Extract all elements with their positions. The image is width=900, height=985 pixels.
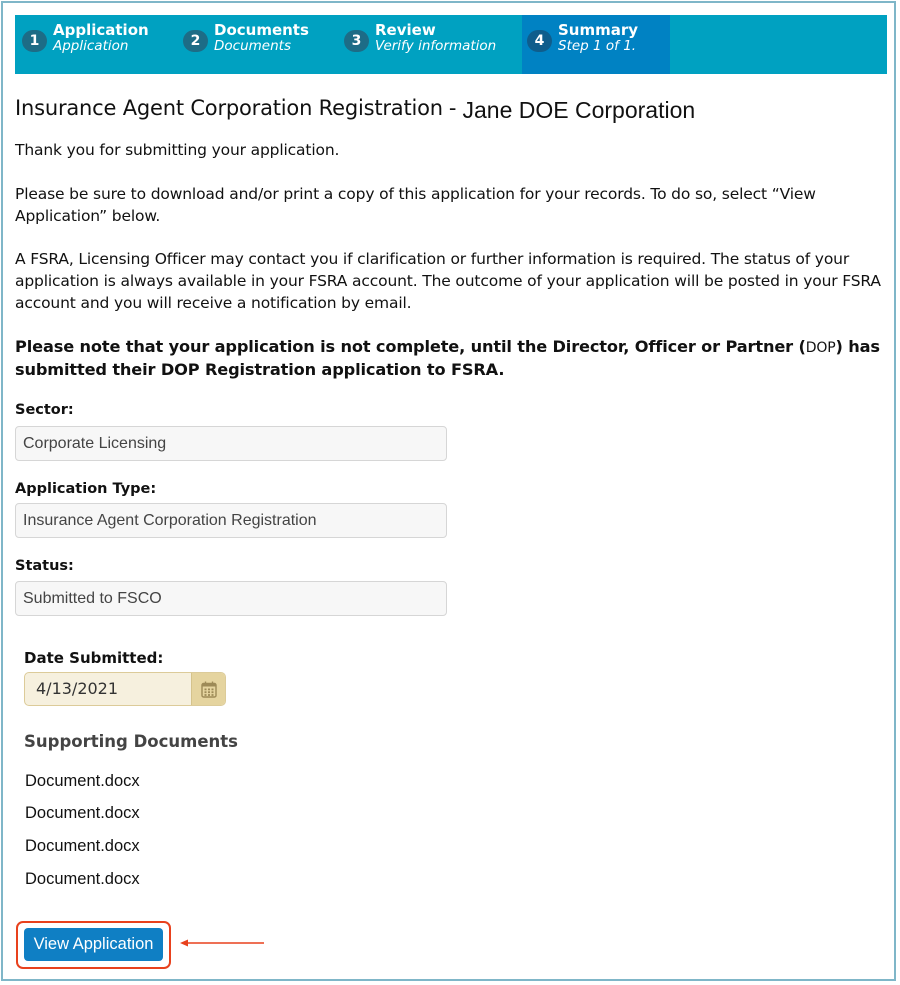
date-submitted-picker: 4/13/2021 (24, 672, 226, 706)
wizard-step-documents[interactable]: 2 Documents Documents (176, 15, 337, 74)
supporting-documents-heading: Supporting Documents (24, 732, 238, 751)
arrow-left-icon (180, 939, 264, 947)
document-link[interactable]: Document.docx (25, 804, 140, 823)
date-submitted-label: Date Submitted: (24, 649, 164, 667)
page-title-text: Insurance Agent Corporation Registration (15, 96, 443, 120)
view-application-button[interactable]: View Application (24, 928, 163, 961)
step-number-badge: 4 (527, 30, 552, 52)
step-title: Documents (214, 21, 309, 39)
document-link[interactable]: Document.docx (25, 870, 140, 889)
step-title: Summary (558, 21, 639, 39)
step-title: Review (375, 21, 436, 39)
step-title: Application (53, 21, 149, 39)
document-link[interactable]: Document.docx (25, 837, 140, 856)
wizard-steps: 1 Application Application 2 Documents Do… (15, 15, 887, 74)
application-type-field[interactable]: Insurance Agent Corporation Registration (15, 503, 447, 538)
page-title: Insurance Agent Corporation Registration… (15, 94, 696, 123)
step-subtitle: Application (53, 38, 129, 54)
sector-field[interactable]: Corporate Licensing (15, 426, 447, 461)
completion-warning: Please note that your application is not… (15, 336, 890, 381)
warning-text-start: Please note that your application is not… (15, 337, 806, 356)
calendar-button[interactable] (191, 673, 225, 705)
step-subtitle: Documents (214, 38, 291, 54)
document-link[interactable]: Document.docx (25, 772, 140, 791)
warning-abbreviation: DOP (805, 340, 836, 356)
status-label: Status: (15, 558, 74, 574)
wizard-step-summary[interactable]: 4 Summary Step 1 of 1. (522, 15, 670, 74)
title-separator: - (448, 96, 457, 120)
step-number-badge: 1 (22, 30, 47, 52)
status-field[interactable]: Submitted to FSCO (15, 581, 447, 616)
sector-label: Sector: (15, 402, 74, 418)
date-submitted-field[interactable]: 4/13/2021 (25, 673, 191, 705)
step-number-badge: 2 (183, 30, 208, 52)
wizard-step-application[interactable]: 1 Application Application (15, 15, 176, 74)
step-subtitle: Step 1 of 1. (558, 38, 637, 54)
contact-notice: A FSRA, Licensing Officer may contact yo… (15, 250, 881, 312)
step-number-badge: 3 (344, 30, 369, 52)
step-subtitle: Verify information (375, 38, 497, 54)
thank-you-message: Thank you for submitting your applicatio… (15, 141, 340, 159)
download-notice: Please be sure to download and/or print … (15, 185, 816, 225)
wizard-step-review[interactable]: 3 Review Verify information (337, 15, 522, 74)
corporation-name: Jane DOE Corporation (462, 97, 696, 123)
application-type-label: Application Type: (15, 481, 157, 497)
calendar-icon (200, 681, 217, 698)
